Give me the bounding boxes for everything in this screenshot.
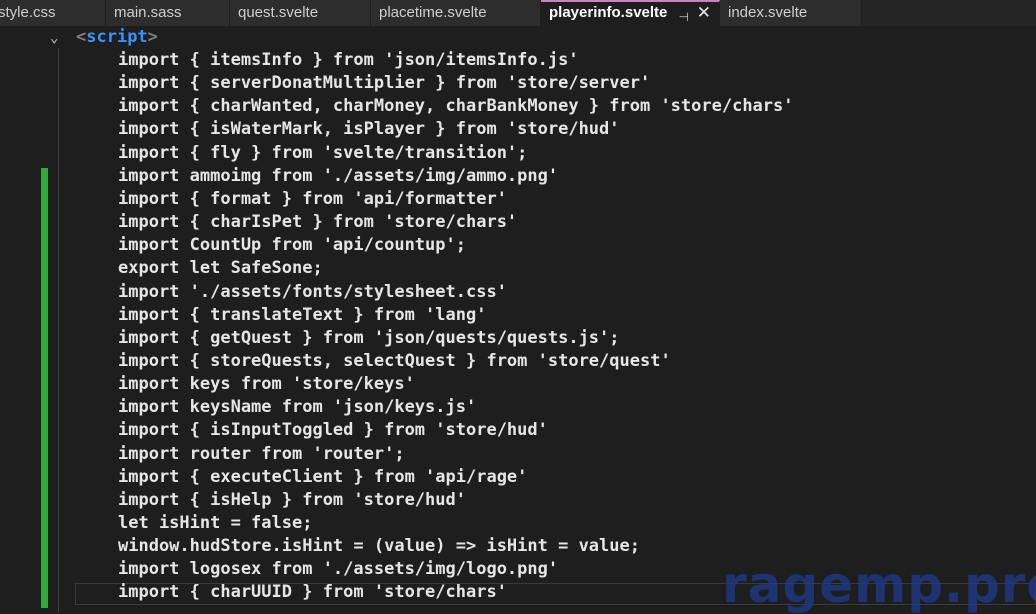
- tag-bracket-close: >: [147, 27, 158, 47]
- code-line: import keys from 'store/keys': [118, 374, 415, 395]
- tab-main-sass[interactable]: main.sass: [106, 0, 230, 26]
- code-editor[interactable]: ⌄ <script> import { itemsInfo } from 'js…: [0, 26, 1036, 614]
- tab-label: style.css: [0, 4, 56, 21]
- tab-placetime-svelte[interactable]: placetime.svelte: [371, 0, 541, 26]
- tag-name: script: [86, 27, 148, 47]
- tab-playerinfo-svelte[interactable]: playerinfo.svelte ⊣ ✕: [541, 0, 720, 26]
- code-line: import './assets/fonts/stylesheet.css': [118, 281, 507, 302]
- code-line: import { charUUID } from 'store/chars': [118, 582, 507, 603]
- tab-label: playerinfo.svelte: [549, 4, 668, 21]
- git-modified-indicator: [41, 168, 48, 608]
- code-line: import logosex from './assets/img/logo.p…: [118, 559, 559, 580]
- code-line: import { format } from 'api/formatter': [118, 188, 507, 209]
- tab-label: index.svelte: [728, 4, 808, 21]
- tab-label: quest.svelte: [238, 4, 319, 21]
- code-line-script-tag: <script>: [76, 26, 158, 49]
- code-line: import { translateText } from 'lang': [118, 304, 487, 325]
- tag-bracket-open: <: [76, 27, 87, 47]
- fold-chevron-icon[interactable]: ⌄: [50, 30, 58, 46]
- tab-label: main.sass: [114, 4, 182, 21]
- code-line: import { charIsPet } from 'store/chars': [118, 212, 518, 233]
- code-line: window.hudStore.isHint = (value) => isHi…: [118, 536, 640, 557]
- code-line: import CountUp from 'api/countup';: [118, 235, 466, 256]
- code-line: import { isInputToggled } from 'store/hu…: [118, 420, 548, 441]
- code-line: let isHint = false;: [118, 513, 313, 533]
- code-line: import { fly } from 'svelte/transition';: [118, 142, 528, 163]
- tab-style-css[interactable]: style.css: [0, 0, 106, 26]
- code-line: import { storeQuests, selectQuest } from…: [118, 350, 671, 371]
- code-line: import { isHelp } from 'store/hud': [118, 489, 466, 510]
- watermark: ragemp.pro: [722, 556, 1036, 614]
- indent-guide: [58, 48, 59, 612]
- code-line: import { getQuest } from 'json/quests/qu…: [118, 327, 620, 348]
- code-line: import keysName from 'json/keys.js': [118, 397, 477, 418]
- code-line: import { serverDonatMultiplier } from 's…: [118, 73, 651, 94]
- code-line: import { executeClient } from 'api/rage': [118, 466, 528, 487]
- tab-label: placetime.svelte: [379, 4, 487, 21]
- tab-bar: style.css main.sass quest.svelte placeti…: [0, 0, 1036, 26]
- code-line: import { charWanted, charMoney, charBank…: [118, 96, 794, 117]
- code-line: import router from 'router';: [118, 443, 405, 464]
- tab-quest-svelte[interactable]: quest.svelte: [230, 0, 371, 26]
- code-line: import { isWaterMark, isPlayer } from 's…: [118, 119, 620, 140]
- code-line: export let SafeSone;: [118, 258, 323, 279]
- code-line: import ammoimg from './assets/img/ammo.p…: [118, 165, 559, 186]
- tab-index-svelte[interactable]: index.svelte: [720, 0, 862, 26]
- close-icon[interactable]: ✕: [697, 2, 711, 24]
- code-line: import { itemsInfo } from 'json/itemsInf…: [118, 50, 579, 70]
- pin-icon[interactable]: ⊣: [679, 6, 689, 26]
